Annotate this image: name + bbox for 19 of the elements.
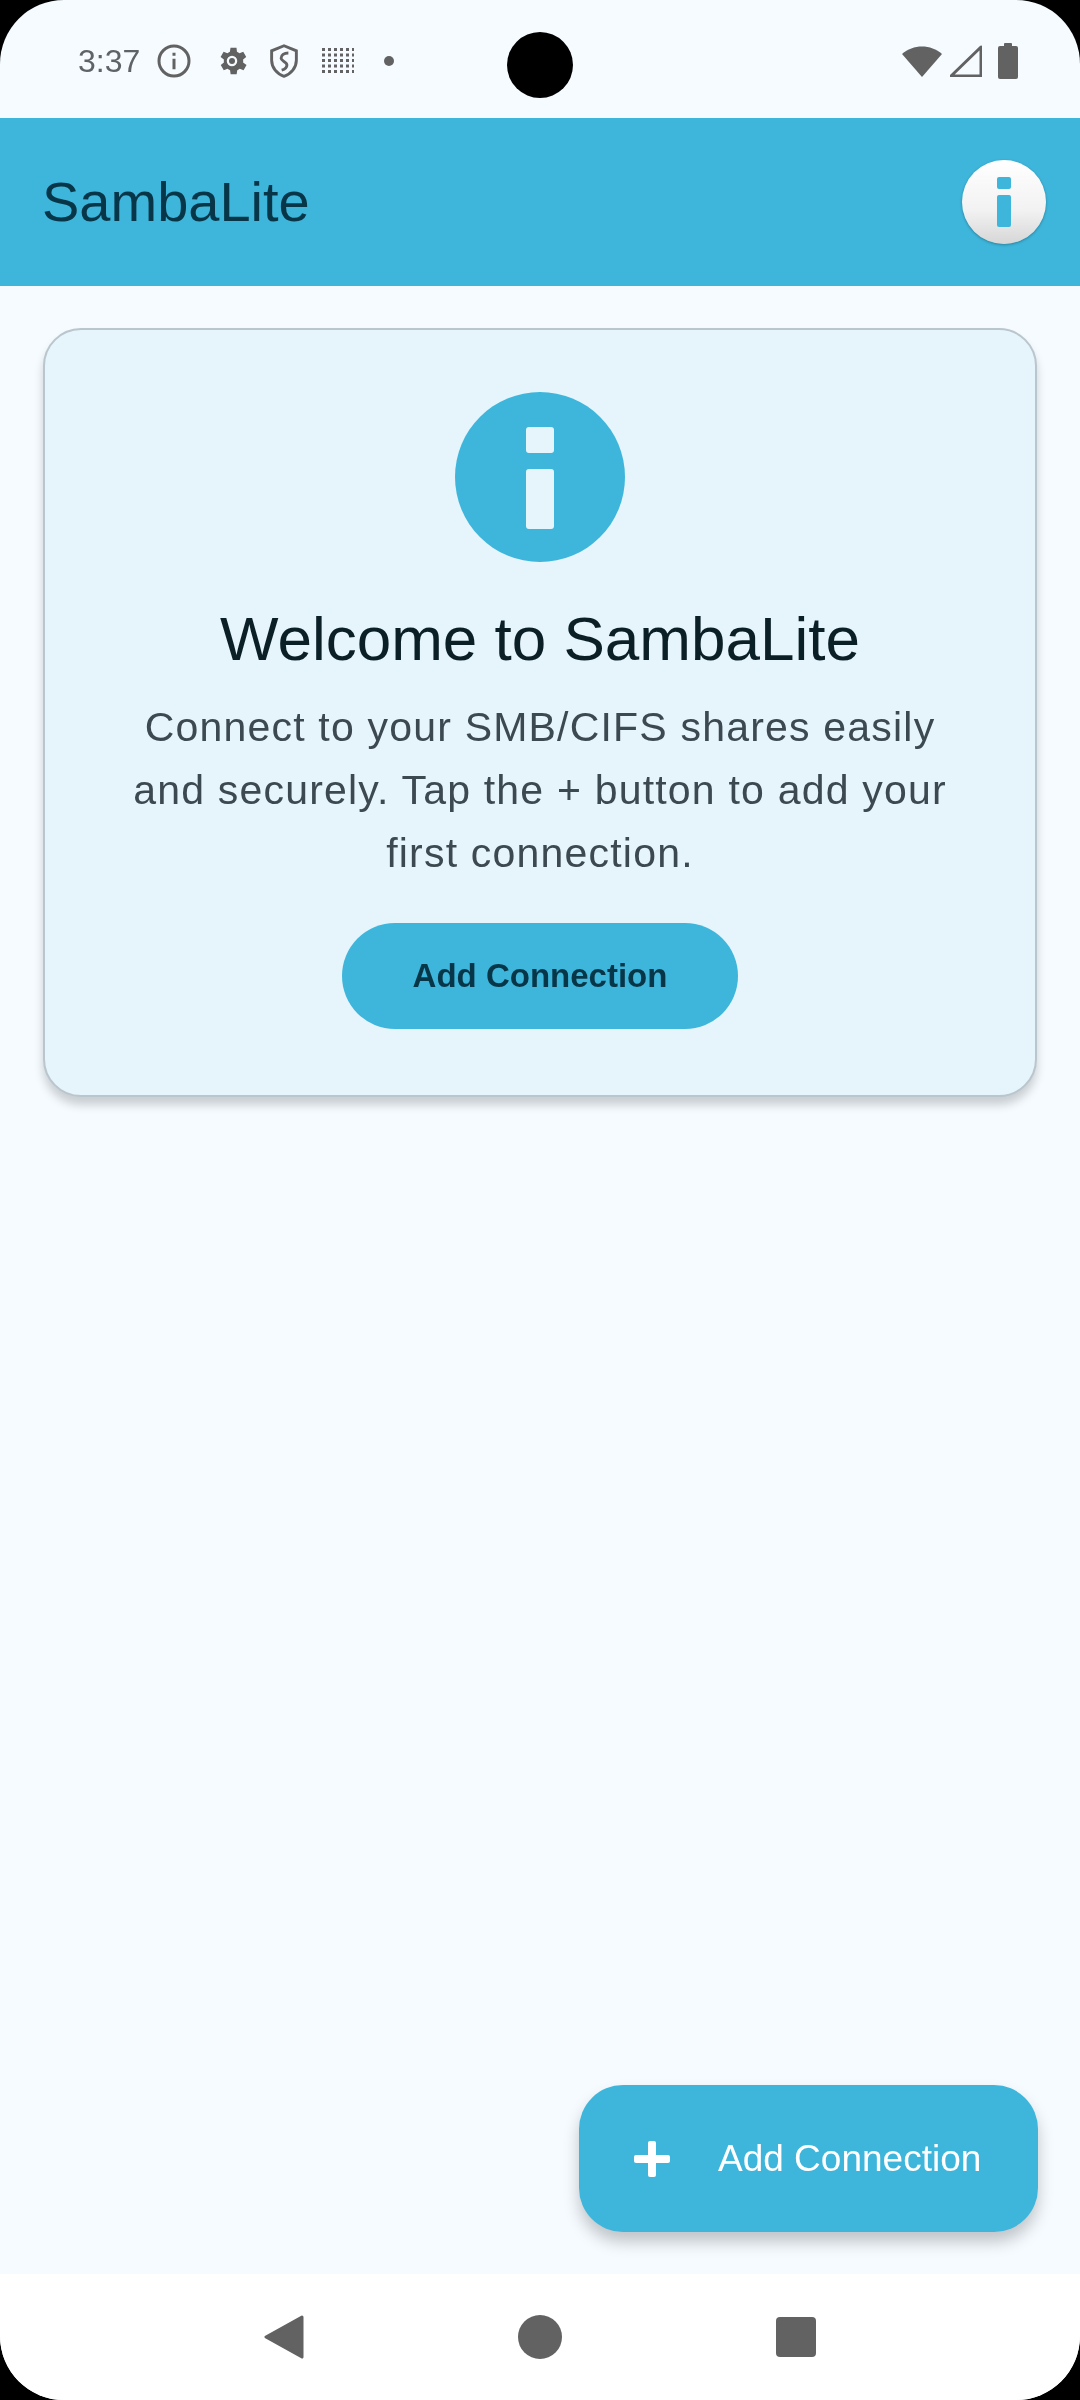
home-icon[interactable]: [518, 2315, 562, 2359]
app-title: SambaLite: [42, 174, 310, 230]
welcome-description: Connect to your SMB/CIFS shares easily and securely. Tap the + button to add your first connection.: [132, 703, 948, 878]
dot-icon: [384, 56, 395, 66]
wifi-icon: [902, 45, 942, 77]
battery-icon: [998, 43, 1018, 79]
info-icon: [156, 43, 193, 79]
status-time: 3:37: [78, 45, 141, 77]
info-icon: [997, 177, 1011, 227]
info-button[interactable]: [962, 160, 1046, 244]
welcome-title: Welcome to SambaLite: [220, 608, 860, 670]
plus-icon: [634, 2140, 670, 2177]
grid-icon: [322, 48, 355, 74]
shield-icon: [268, 43, 301, 79]
add-connection-button[interactable]: Add Connection: [342, 923, 738, 1029]
signal-icon: [950, 45, 982, 77]
back-icon[interactable]: [264, 2315, 304, 2359]
info-icon: [455, 392, 625, 562]
camera-hole: [507, 32, 573, 98]
